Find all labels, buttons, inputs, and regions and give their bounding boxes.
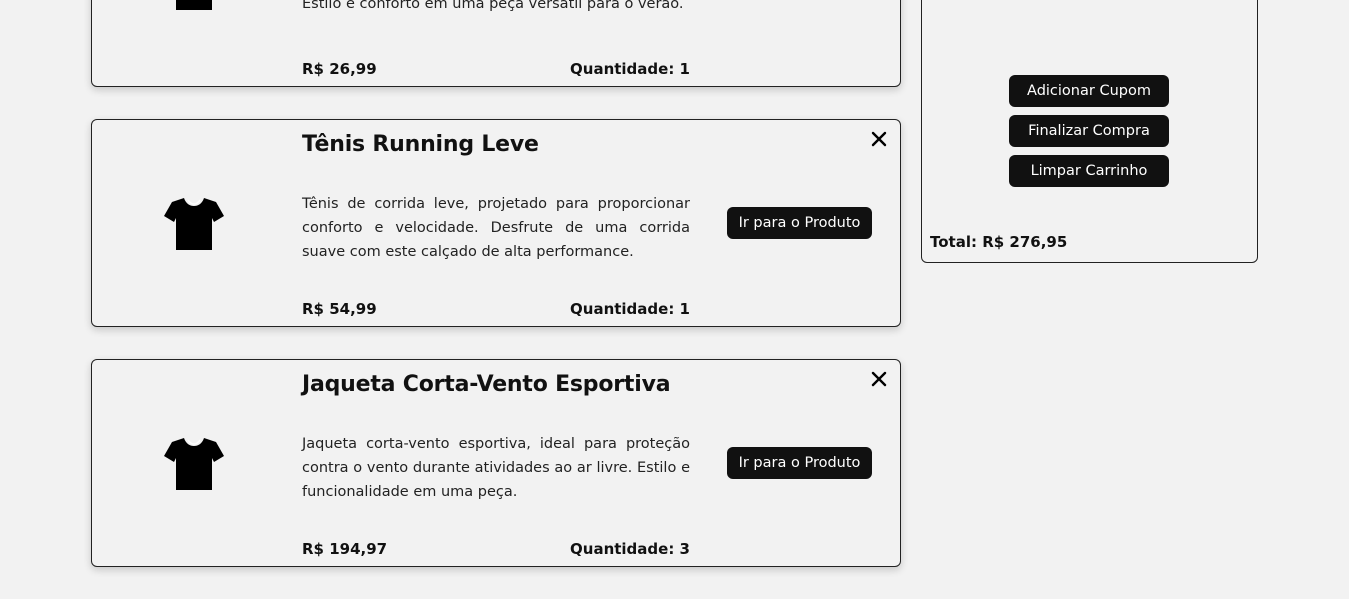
item-price: R$ 54,99: [302, 300, 377, 318]
cart-item-card: Jaqueta Corta-Vento Esportiva Jaqueta co…: [91, 359, 901, 567]
cart-summary-panel: Adicionar Cupom Finalizar Compra Limpar …: [921, 0, 1258, 263]
item-description: Jaqueta corta-vento esportiva, ideal par…: [302, 436, 690, 500]
checkout-button[interactable]: Finalizar Compra: [1009, 115, 1169, 147]
go-to-product-button[interactable]: Ir para o Produto: [727, 447, 872, 479]
item-quantity: Quantidade: 1: [570, 300, 690, 318]
item-price: R$ 194,97: [302, 540, 388, 558]
item-description: Tênis de corrida leve, projetado para pr…: [302, 196, 690, 260]
tshirt-icon: [176, 0, 212, 10]
go-to-product-button[interactable]: Ir para o Produto: [727, 207, 872, 239]
item-quantity: Quantidade: 3: [570, 540, 690, 558]
cart-item-card: Estilo e conforto em uma peça versátil p…: [91, 0, 901, 87]
tshirt-icon: [164, 438, 224, 490]
item-description: Estilo e conforto em uma peça versátil p…: [302, 0, 684, 12]
item-price: R$ 26,99: [302, 60, 377, 78]
add-coupon-button[interactable]: Adicionar Cupom: [1009, 75, 1169, 107]
close-icon[interactable]: [870, 370, 888, 388]
clear-cart-button[interactable]: Limpar Carrinho: [1009, 155, 1169, 187]
item-quantity: Quantidade: 1: [570, 60, 690, 78]
item-title: Tênis Running Leve: [302, 132, 539, 157]
item-title: Jaqueta Corta-Vento Esportiva: [302, 372, 671, 397]
cart-item-card: Tênis Running Leve Tênis de corrida leve…: [91, 119, 901, 327]
tshirt-icon: [164, 198, 224, 250]
close-icon[interactable]: [870, 130, 888, 148]
cart-total: Total: R$ 276,95: [930, 233, 1068, 251]
